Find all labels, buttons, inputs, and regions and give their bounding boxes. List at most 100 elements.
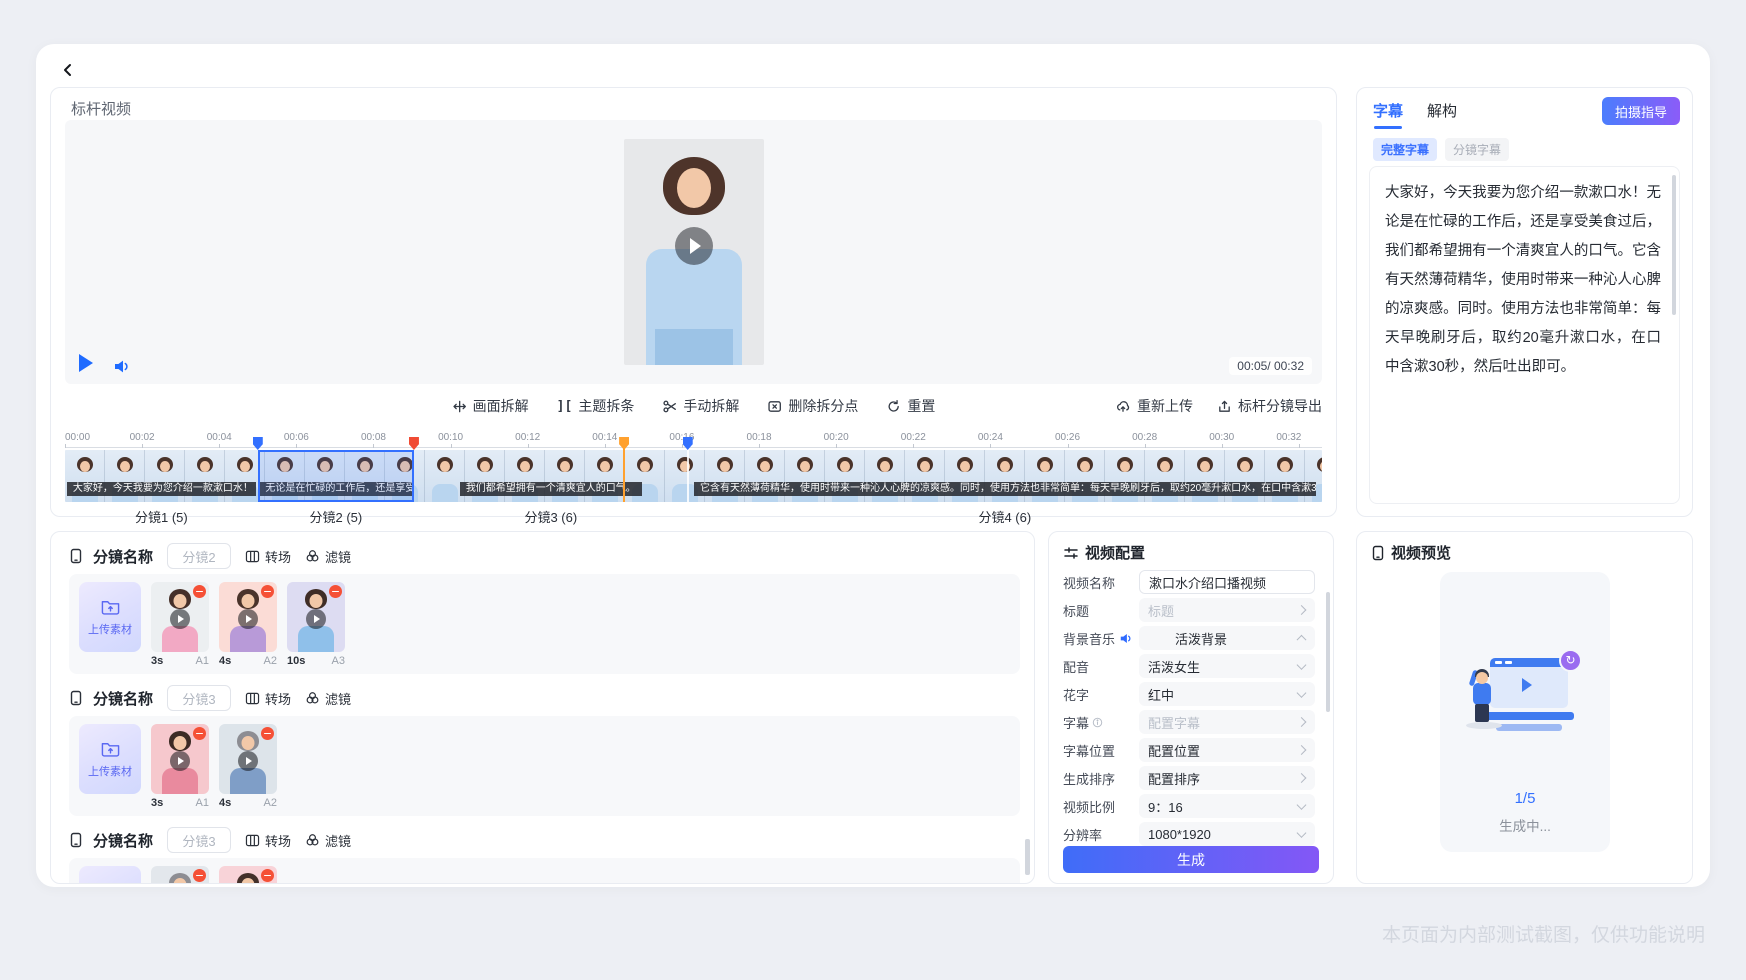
clip-remove-badge[interactable] [261, 869, 274, 882]
transition-button[interactable]: 转场 [245, 831, 291, 850]
filmstrip-frame[interactable] [985, 450, 1025, 502]
playhead[interactable] [623, 443, 625, 502]
filmstrip-frame[interactable] [465, 450, 505, 502]
filmstrip-frame[interactable] [1105, 450, 1145, 502]
config-select-字幕位置[interactable]: 配置位置 [1139, 738, 1315, 762]
filmstrip-frame[interactable] [585, 450, 625, 502]
filmstrip-frame[interactable] [1145, 450, 1185, 502]
clip-item[interactable] [151, 866, 209, 884]
config-scrollbar[interactable] [1326, 592, 1330, 712]
toolbar-button-删除拆分点[interactable]: 删除拆分点 [767, 394, 858, 418]
clip-remove-badge[interactable] [261, 727, 274, 740]
filmstrip-frame[interactable] [745, 450, 785, 502]
transition-button[interactable]: 转场 [245, 689, 291, 708]
subtitle-scrollbar[interactable] [1672, 175, 1676, 315]
clip-item[interactable]: 4sA2 [219, 724, 277, 809]
config-select-生成排序[interactable]: 配置排序 [1139, 766, 1315, 790]
filmstrip[interactable] [65, 450, 1322, 502]
filmstrip-frame[interactable] [65, 450, 105, 502]
back-button[interactable] [56, 58, 80, 82]
filter-button[interactable]: 滤镜 [305, 831, 351, 850]
filmstrip-frame[interactable] [505, 450, 545, 502]
segment-label[interactable]: 分镜1 (5) [65, 507, 258, 526]
player-play-button[interactable] [79, 354, 93, 372]
clip-thumbnail[interactable] [219, 866, 277, 884]
upload-material-tile[interactable]: 上传素材 [79, 724, 141, 794]
selected-segment-box[interactable] [258, 450, 414, 502]
config-select-背景音乐[interactable]: 活泼背景 [1139, 626, 1315, 650]
filmstrip-frame[interactable] [785, 450, 825, 502]
tab-deconstruct[interactable]: 解构 [1427, 100, 1457, 129]
split-marker-pin-blue[interactable] [683, 437, 693, 450]
filmstrip-frame[interactable] [625, 450, 665, 502]
upload-material-tile[interactable]: 上传素材 [79, 866, 141, 884]
filmstrip-frame[interactable] [1265, 450, 1305, 502]
shots-scrollbar[interactable] [1025, 839, 1030, 875]
shooting-guide-button[interactable]: 拍摄指导 [1602, 97, 1680, 125]
filmstrip-frame[interactable] [865, 450, 905, 502]
pill-shot-subtitle[interactable]: 分镜字幕 [1445, 138, 1509, 161]
segment-label[interactable]: 分镜2 (5) [258, 507, 414, 526]
filmstrip-frame[interactable] [1225, 450, 1265, 502]
toolbar-button-重新上传[interactable]: 重新上传 [1115, 394, 1193, 418]
filmstrip-frame[interactable] [705, 450, 745, 502]
split-marker-pin-red[interactable] [409, 437, 419, 450]
config-input-视频名称[interactable]: 漱口水介绍口播视频 [1139, 570, 1315, 594]
filmstrip-frame[interactable] [665, 450, 705, 502]
clip-remove-badge[interactable] [193, 585, 206, 598]
config-select-标题[interactable]: 标题 [1139, 598, 1315, 622]
clip-remove-badge[interactable] [193, 869, 206, 882]
volume-icon[interactable] [113, 358, 132, 375]
clip-item[interactable]: 10sA3 [287, 582, 345, 667]
clip-play-icon[interactable] [170, 609, 190, 629]
clip-remove-badge[interactable] [329, 585, 342, 598]
generate-button[interactable]: 生成 [1063, 846, 1319, 873]
filmstrip-frame[interactable] [105, 450, 145, 502]
shot-name-input[interactable]: 分镜3 [167, 685, 231, 711]
filmstrip-frame[interactable] [185, 450, 225, 502]
filter-button[interactable]: 滤镜 [305, 547, 351, 566]
play-overlay-button[interactable] [675, 227, 713, 265]
upload-material-tile[interactable]: 上传素材 [79, 582, 141, 652]
filmstrip-frame[interactable] [425, 450, 465, 502]
split-marker-pin-blue[interactable] [253, 437, 263, 450]
clip-item[interactable] [219, 866, 277, 884]
clip-item[interactable]: 4sA2 [219, 582, 277, 667]
clip-play-icon[interactable] [238, 609, 258, 629]
config-select-花字[interactable]: 红中 [1139, 682, 1315, 706]
clip-item[interactable]: 3sA1 [151, 582, 209, 667]
clip-thumbnail[interactable] [219, 724, 277, 794]
pill-full-subtitle[interactable]: 完整字幕 [1373, 138, 1437, 161]
playhead-pin[interactable] [619, 437, 629, 450]
toolbar-button-手动拆解[interactable]: 手动拆解 [662, 394, 739, 418]
filmstrip-frame[interactable] [1185, 450, 1225, 502]
clip-thumbnail[interactable] [151, 724, 209, 794]
config-select-字幕[interactable]: 配置字幕 [1139, 710, 1315, 734]
config-select-分辨率[interactable]: 1080*1920 [1139, 822, 1315, 846]
toolbar-button-主题拆条[interactable]: ][主题拆条 [557, 394, 635, 418]
toolbar-button-重置[interactable]: 重置 [886, 394, 935, 418]
clip-thumbnail[interactable] [151, 866, 209, 884]
config-select-配音[interactable]: 活泼女生 [1139, 654, 1315, 678]
filmstrip-frame[interactable] [825, 450, 865, 502]
toolbar-button-标杆分镜导出[interactable]: 标杆分镜导出 [1217, 394, 1322, 418]
filmstrip-frame[interactable] [1065, 450, 1105, 502]
shot-name-input[interactable]: 分镜2 [167, 543, 231, 569]
filter-button[interactable]: 滤镜 [305, 689, 351, 708]
clip-play-icon[interactable] [170, 751, 190, 771]
tab-subtitle[interactable]: 字幕 [1373, 100, 1403, 129]
filmstrip-frame[interactable] [1305, 450, 1322, 502]
clip-thumbnail[interactable] [287, 582, 345, 652]
segment-label[interactable]: 分镜3 (6) [414, 507, 688, 526]
segment-label[interactable]: 分镜4 (6) [688, 507, 1322, 526]
video-player[interactable]: 00:05/ 00:32 [65, 120, 1322, 384]
toolbar-button-画面拆解[interactable]: 画面拆解 [452, 394, 529, 418]
clip-thumbnail[interactable] [151, 582, 209, 652]
filmstrip-frame[interactable] [145, 450, 185, 502]
config-select-视频比例[interactable]: 9：16 [1139, 794, 1315, 818]
clip-remove-badge[interactable] [261, 585, 274, 598]
clip-play-icon[interactable] [306, 609, 326, 629]
filmstrip-frame[interactable] [905, 450, 945, 502]
clip-item[interactable]: 3sA1 [151, 724, 209, 809]
filmstrip-frame[interactable] [945, 450, 985, 502]
